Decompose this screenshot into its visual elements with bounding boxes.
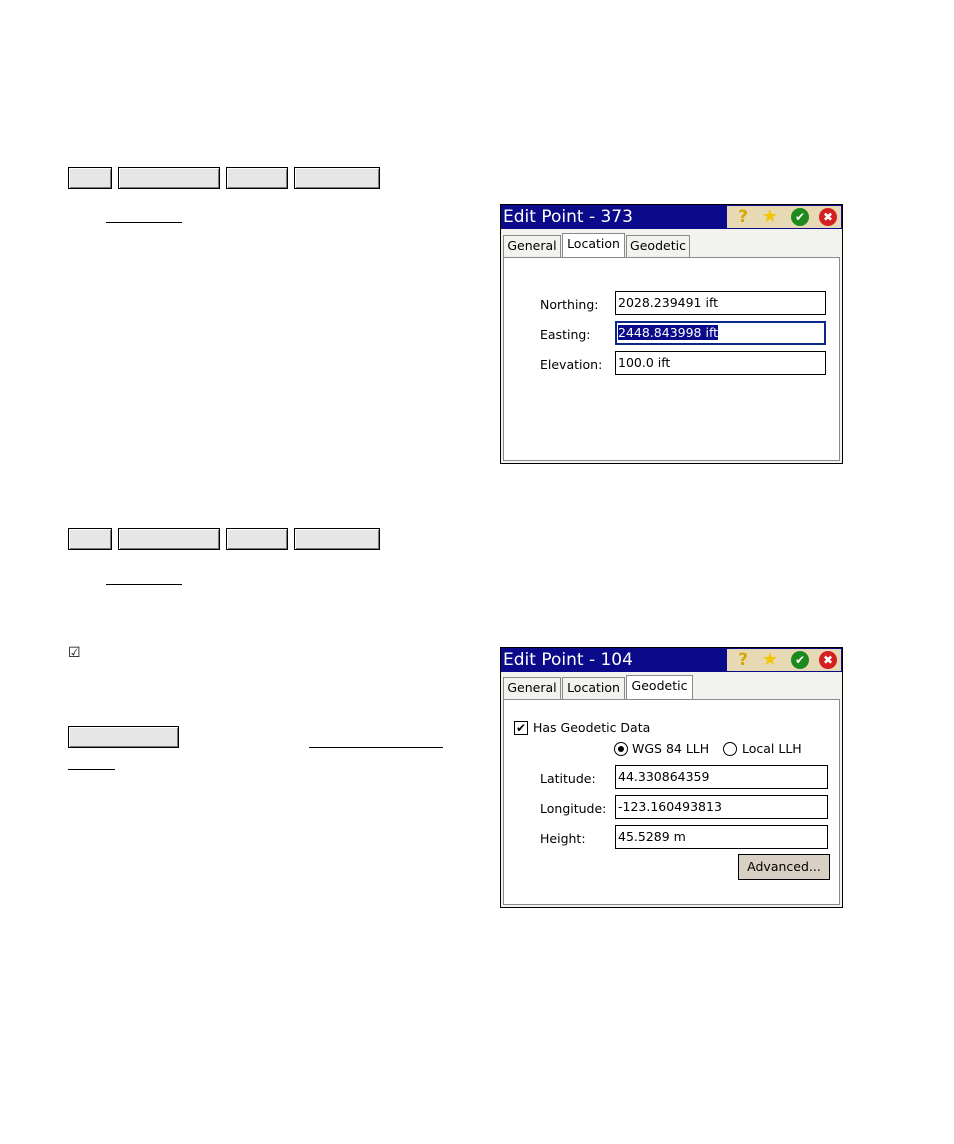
ok-icon[interactable]: ✔	[791, 208, 809, 226]
ok-icon[interactable]: ✔	[791, 651, 809, 669]
section-1-underline	[106, 222, 182, 223]
nav-button-4[interactable]	[294, 167, 380, 189]
latitude-field[interactable]: 44.330864359	[615, 765, 828, 789]
checkbox-glyph: ☑	[68, 645, 81, 661]
nav-button-6[interactable]	[118, 528, 220, 550]
tab-general[interactable]: General	[503, 235, 561, 257]
nav-button-5[interactable]	[68, 528, 112, 550]
close-icon[interactable]: ✖	[819, 208, 837, 226]
star-icon[interactable]: ★	[761, 651, 779, 669]
tab-location[interactable]: Location	[562, 677, 625, 699]
title-icons: ? ★ ✔ ✖	[727, 206, 841, 228]
local-llh-radio[interactable]	[723, 742, 737, 756]
height-field[interactable]: 45.5289 m	[615, 825, 828, 849]
nav-button-1[interactable]	[68, 167, 112, 189]
advanced-button[interactable]: Advanced...	[738, 854, 830, 880]
nav-button-2[interactable]	[118, 167, 220, 189]
tab-geodetic[interactable]: Geodetic	[626, 235, 690, 257]
dialog-title: Edit Point - 373	[503, 207, 633, 227]
tab-general[interactable]: General	[503, 677, 561, 699]
tab-location[interactable]: Location	[562, 233, 625, 257]
radio-selected-dot	[618, 746, 624, 752]
wgs84-label: WGS 84 LLH	[632, 741, 710, 756]
nav-button-3[interactable]	[226, 167, 288, 189]
help-icon[interactable]: ?	[734, 208, 752, 226]
link-underline-2	[68, 769, 115, 770]
dialog-title: Edit Point - 104	[503, 650, 633, 670]
elevation-label: Elevation:	[540, 357, 603, 372]
easting-field[interactable]: 2448.843998 ift	[615, 321, 826, 345]
title-bar: Edit Point - 104 ? ★ ✔ ✖	[501, 648, 842, 672]
longitude-field[interactable]: -123.160493813	[615, 795, 828, 819]
title-bar: Edit Point - 373 ? ★ ✔ ✖	[501, 205, 842, 229]
elevation-field[interactable]: 100.0 ift	[615, 351, 826, 375]
local-llh-label: Local LLH	[742, 741, 802, 756]
close-icon[interactable]: ✖	[819, 651, 837, 669]
nav-button-8[interactable]	[294, 528, 380, 550]
link-underline-1	[309, 747, 443, 748]
star-icon[interactable]: ★	[761, 208, 779, 226]
advanced-key-button[interactable]	[68, 726, 179, 748]
northing-label: Northing:	[540, 297, 599, 312]
has-geodetic-label: Has Geodetic Data	[533, 720, 651, 735]
height-label: Height:	[540, 831, 586, 846]
easting-label: Easting:	[540, 327, 591, 342]
edit-point-dialog-location: Edit Point - 373 ? ★ ✔ ✖ General Locatio…	[500, 204, 843, 464]
title-icons: ? ★ ✔ ✖	[727, 649, 841, 671]
wgs84-radio[interactable]	[614, 742, 628, 756]
nav-button-7[interactable]	[226, 528, 288, 550]
longitude-label: Longitude:	[540, 801, 607, 816]
northing-field[interactable]: 2028.239491 ift	[615, 291, 826, 315]
help-icon[interactable]: ?	[734, 651, 752, 669]
latitude-label: Latitude:	[540, 771, 596, 786]
easting-value: 2448.843998 ift	[618, 325, 719, 340]
tab-geodetic[interactable]: Geodetic	[626, 675, 693, 699]
edit-point-dialog-geodetic: Edit Point - 104 ? ★ ✔ ✖ General Locatio…	[500, 647, 843, 908]
has-geodetic-checkbox[interactable]: ✔	[514, 721, 528, 735]
section-2-underline	[106, 584, 182, 585]
